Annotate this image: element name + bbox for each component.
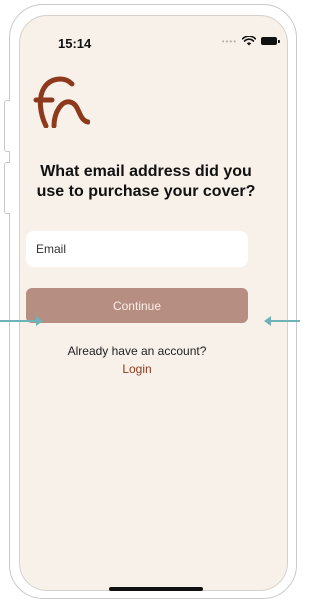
continue-button[interactable]: Continue [26, 288, 248, 323]
wifi-icon [242, 36, 256, 46]
email-field[interactable] [26, 231, 248, 267]
battery-icon [261, 37, 280, 45]
status-icons: •••• [221, 36, 280, 46]
side-button [4, 162, 10, 214]
brand-logo-icon [33, 76, 90, 128]
page-title: What email address did you use to purcha… [36, 163, 256, 200]
login-link[interactable]: Login [26, 362, 248, 376]
side-button [4, 100, 10, 152]
account-prompt: Already have an account? [67, 344, 207, 358]
home-indicator [109, 587, 203, 591]
connector-arrow-left [0, 316, 43, 326]
status-time: 15:14 [58, 36, 92, 51]
signal-dots-icon: •••• [221, 36, 237, 46]
connector-arrow-right [264, 316, 300, 326]
